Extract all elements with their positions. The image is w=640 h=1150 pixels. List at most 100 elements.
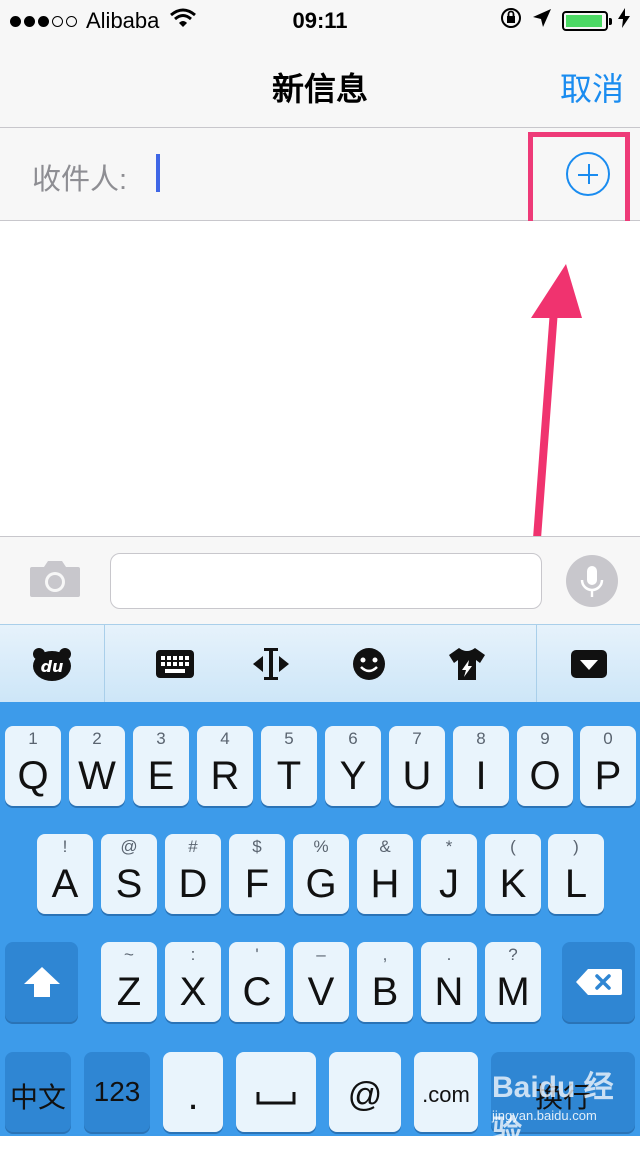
key-label: 换行	[534, 1082, 591, 1113]
key-m[interactable]: ? M	[485, 942, 541, 1022]
key-e[interactable]: 3E	[133, 726, 189, 806]
key-secondary: *	[445, 837, 453, 856]
key-secondary: .	[446, 945, 452, 964]
key-secondary: 8	[476, 729, 486, 748]
key-label: 123	[93, 1076, 141, 1107]
emoji-icon[interactable]	[334, 625, 404, 703]
key-u[interactable]: 7U	[389, 726, 445, 806]
hide-keyboard-icon[interactable]	[537, 625, 640, 703]
key-label: X	[179, 970, 207, 1014]
key-secondary: '	[255, 945, 259, 964]
shift-key[interactable]	[5, 942, 78, 1022]
key-secondary: ~	[124, 945, 134, 964]
key-label: D	[178, 862, 208, 906]
theme-shirt-icon[interactable]	[432, 625, 502, 703]
key-secondary: )	[573, 837, 579, 856]
key-secondary: –	[316, 945, 326, 964]
key-label: Z	[116, 970, 142, 1014]
return-key[interactable]: 换行	[491, 1052, 635, 1132]
keyboard: 1Q 2W 3E 4R 5T 6Y 7U 8I 9O 0P ! A @ S # D $…	[0, 702, 640, 1136]
key-label: .com	[422, 1082, 470, 1107]
key-p[interactable]: 0P	[580, 726, 636, 806]
key-b[interactable]: ,B	[357, 942, 413, 1022]
key-t[interactable]: 5T	[261, 726, 317, 806]
key-label: 中文	[9, 1082, 66, 1113]
keyboard-icon[interactable]	[140, 625, 210, 703]
key-secondary: ?	[508, 945, 518, 964]
key-label: A	[51, 862, 79, 906]
key-k[interactable]: (K	[485, 834, 541, 914]
key-i[interactable]: 8I	[453, 726, 509, 806]
key-j[interactable]: * J	[421, 834, 477, 914]
period-key[interactable]: .	[163, 1052, 223, 1132]
key-g[interactable]: % G	[293, 834, 349, 914]
key-z[interactable]: ~ Z	[101, 942, 157, 1022]
key-label: B	[371, 970, 399, 1014]
key-secondary: 0	[603, 729, 613, 748]
key-f[interactable]: $ F	[229, 834, 285, 914]
microphone-icon	[580, 566, 604, 597]
key-label: H	[370, 862, 400, 906]
cursor-move-icon[interactable]	[236, 625, 306, 703]
key-w[interactable]: 2W	[69, 726, 125, 806]
key-label: U	[402, 754, 432, 798]
keyboard-toolbar: du	[0, 624, 640, 703]
key-label: O	[529, 754, 561, 798]
key-secondary: 9	[540, 729, 550, 748]
key-l[interactable]: ) L	[548, 834, 604, 914]
key-d[interactable]: # D	[165, 834, 221, 914]
key-secondary: &	[379, 837, 391, 856]
key-secondary: (	[510, 837, 516, 856]
key-c[interactable]: ' C	[229, 942, 285, 1022]
key-label: C	[242, 970, 272, 1014]
key-secondary: 7	[412, 729, 422, 748]
key-label: K	[499, 862, 527, 906]
key-label: F	[244, 862, 270, 906]
space-key[interactable]	[236, 1052, 316, 1132]
key-label: I	[475, 754, 487, 798]
key-s[interactable]: @ S	[101, 834, 157, 914]
key-secondary: %	[313, 837, 329, 856]
key-label: W	[78, 754, 116, 798]
key-x[interactable]: :X	[165, 942, 221, 1022]
key-label: G	[305, 862, 337, 906]
message-input[interactable]	[110, 553, 542, 609]
numbers-key[interactable]: 123	[84, 1052, 150, 1132]
dotcom-key[interactable]: .com	[414, 1052, 478, 1132]
key-secondary: :	[190, 945, 196, 964]
camera-icon[interactable]	[28, 559, 82, 604]
key-secondary: 4	[220, 729, 230, 748]
key-a[interactable]: ! A	[37, 834, 93, 914]
key-secondary: ,	[382, 945, 388, 964]
delete-key[interactable]	[562, 942, 635, 1022]
key-label: R	[210, 754, 240, 798]
key-y[interactable]: 6Y	[325, 726, 381, 806]
key-h[interactable]: & H	[357, 834, 413, 914]
key-secondary: 5	[284, 729, 294, 748]
key-label: M	[496, 970, 530, 1014]
key-label: E	[147, 754, 175, 798]
key-label: L	[564, 862, 588, 906]
key-label: J	[439, 862, 459, 906]
compose-bar	[0, 536, 640, 624]
key-secondary: 6	[348, 729, 358, 748]
key-label: P	[594, 754, 622, 798]
shift-icon	[24, 967, 60, 997]
delete-icon	[576, 969, 622, 995]
key-label: T	[276, 754, 302, 798]
svg-text:du: du	[41, 657, 64, 676]
key-label: V	[307, 970, 335, 1014]
key-v[interactable]: – V	[293, 942, 349, 1022]
at-key[interactable]: @	[329, 1052, 401, 1132]
key-label: N	[434, 970, 464, 1014]
key-o[interactable]: 9O	[517, 726, 573, 806]
key-q[interactable]: 1Q	[5, 726, 61, 806]
key-label: Q	[17, 754, 49, 798]
key-secondary: #	[188, 837, 198, 856]
language-switch-key[interactable]: 中文	[5, 1052, 71, 1132]
key-secondary: 1	[28, 729, 38, 748]
key-r[interactable]: 4R	[197, 726, 253, 806]
baidu-bear-icon[interactable]: du	[0, 625, 104, 703]
microphone-button[interactable]	[566, 555, 618, 607]
key-n[interactable]: .N	[421, 942, 477, 1022]
